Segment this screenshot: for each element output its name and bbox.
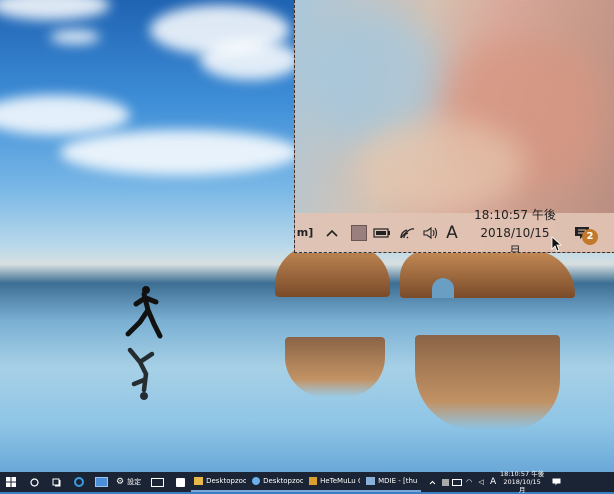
app-icon bbox=[309, 477, 318, 485]
magnified-taskbar-tray: m] A 18:10:57 午後 2018/10/15 月 2 bbox=[295, 208, 614, 252]
edge-browser-icon[interactable] bbox=[68, 472, 90, 492]
app-icon bbox=[366, 477, 376, 485]
clock-time: 18:10:57 午後 bbox=[499, 470, 545, 478]
speaker-icon[interactable]: ◁ bbox=[475, 472, 487, 492]
battery-icon[interactable] bbox=[369, 213, 395, 252]
clock-time: 18:10:57 午後 bbox=[474, 207, 556, 222]
runner-figure bbox=[125, 286, 163, 339]
magnifier-window[interactable]: m] A 18:10:57 午後 2018/10/15 月 2 bbox=[294, 0, 614, 253]
chevron-up-icon[interactable] bbox=[425, 472, 439, 492]
start-button[interactable] bbox=[0, 472, 22, 492]
notification-badge: 2 bbox=[582, 229, 598, 245]
app-label: MDIE - [thum] bbox=[378, 477, 418, 485]
taskbar: ⚙ 設定 Desktopzoom... Desktopzoom... HeTeM… bbox=[0, 470, 614, 494]
rock-right bbox=[400, 250, 575, 298]
rock-reflection-right bbox=[415, 335, 560, 430]
app-label: Desktopzoom... bbox=[206, 477, 247, 485]
tray-app-icon[interactable] bbox=[349, 213, 369, 252]
app-label: Desktopzoom... bbox=[263, 477, 304, 485]
folder-icon bbox=[194, 477, 204, 485]
app-icon bbox=[252, 477, 261, 485]
partial-app-label: m] bbox=[296, 226, 314, 239]
rock-arch bbox=[432, 278, 454, 298]
battery-icon[interactable] bbox=[451, 472, 463, 492]
settings-label: 設定 bbox=[127, 478, 142, 486]
wifi-icon[interactable]: ◠ bbox=[463, 472, 475, 492]
taskbar-app-desktopzoom-1[interactable]: Desktopzoom... bbox=[191, 472, 250, 492]
wifi-icon[interactable] bbox=[395, 213, 419, 252]
store-icon[interactable] bbox=[169, 472, 191, 492]
tray-app-icon[interactable] bbox=[439, 472, 451, 492]
runner-reflection bbox=[127, 347, 155, 400]
task-view-button[interactable] bbox=[46, 472, 68, 492]
settings-button[interactable]: ⚙ 設定 bbox=[112, 472, 145, 492]
speaker-icon[interactable] bbox=[419, 213, 441, 252]
input-indicator[interactable]: A bbox=[487, 472, 499, 492]
chevron-up-icon[interactable] bbox=[315, 213, 349, 252]
search-button[interactable] bbox=[22, 472, 46, 492]
mail-icon[interactable] bbox=[145, 472, 169, 492]
mouse-cursor-icon bbox=[551, 236, 563, 252]
app-window-icon[interactable] bbox=[90, 472, 112, 492]
clock-date: 2018/10/15 月 bbox=[480, 225, 550, 253]
rock-reflection-left bbox=[285, 337, 385, 397]
action-center-icon[interactable] bbox=[545, 472, 567, 492]
input-indicator[interactable]: A bbox=[441, 213, 463, 252]
taskbar-app-mdie[interactable]: MDIE - [thum] bbox=[363, 472, 422, 492]
gear-icon: ⚙ bbox=[116, 477, 125, 487]
taskbar-app-desktopzoom-2[interactable]: Desktopzoom... bbox=[249, 472, 307, 492]
app-label: HeTeMuLu Cr... bbox=[320, 477, 360, 485]
clock[interactable]: 18:10:57 午後 2018/10/15 月 bbox=[473, 206, 557, 253]
clock[interactable]: 18:10:57 午後 2018/10/15 月 bbox=[499, 470, 545, 494]
taskbar-app-hetemulu[interactable]: HeTeMuLu Cr... bbox=[306, 472, 364, 492]
action-center-icon[interactable]: 2 bbox=[567, 213, 598, 252]
